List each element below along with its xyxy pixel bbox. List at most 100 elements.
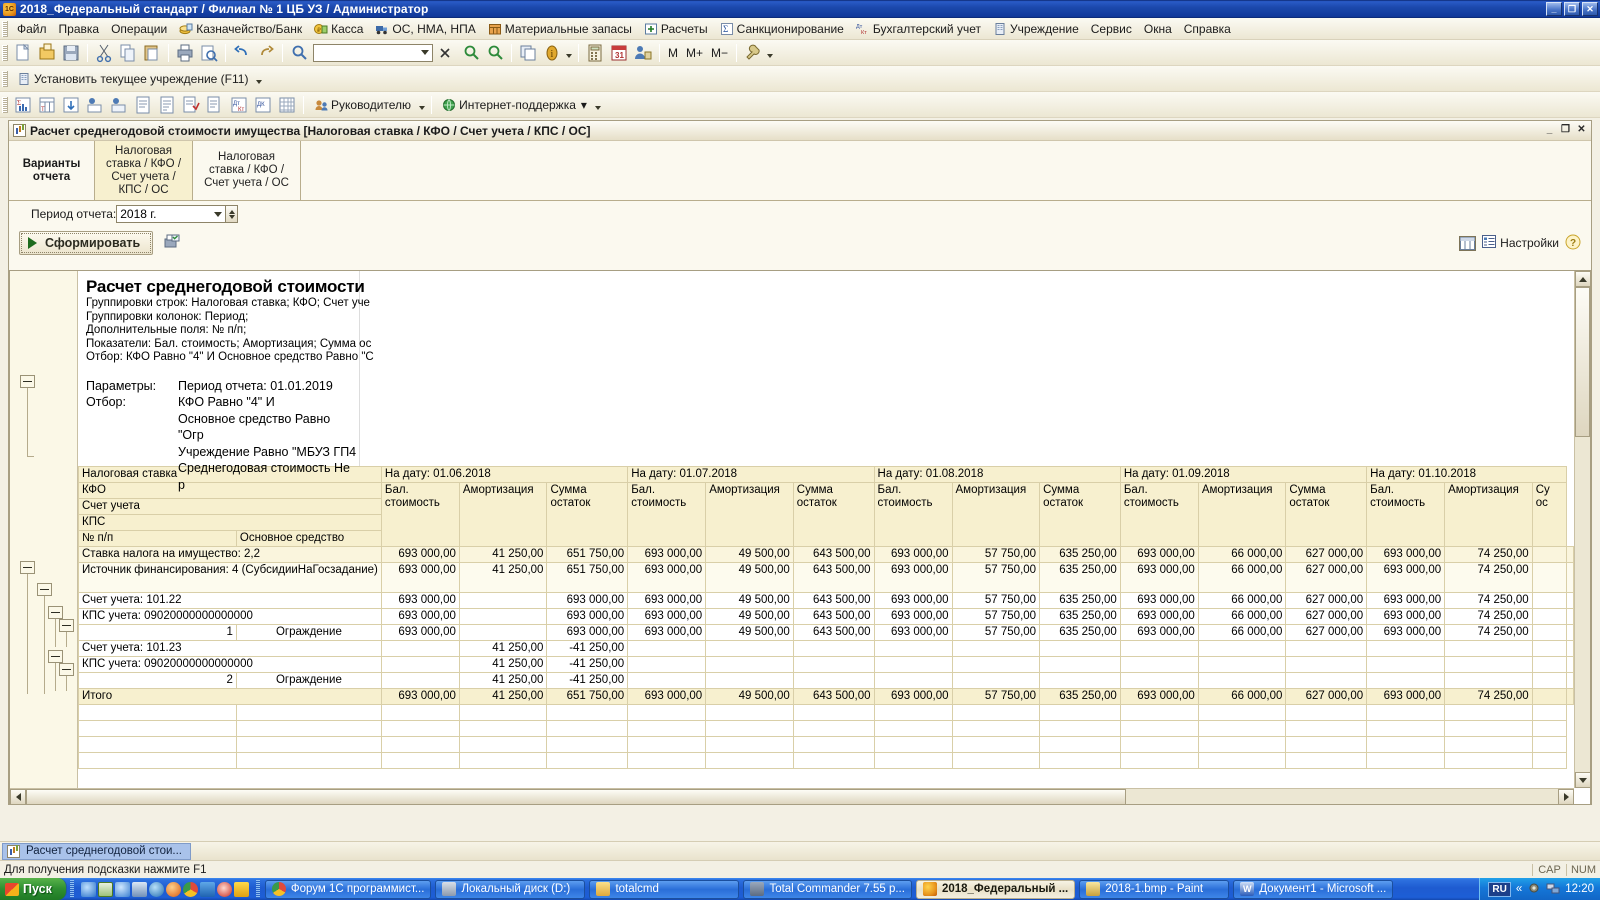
group-collapse-toggle[interactable] — [37, 583, 52, 596]
table-row[interactable]: КПС учета: 09020000000000000 693 000,00 69… — [78, 608, 1574, 625]
group-collapse-toggle[interactable] — [20, 375, 35, 388]
wrench-icon[interactable] — [742, 42, 764, 64]
report-card-icon[interactable] — [60, 94, 82, 116]
menu-item-fixed-assets[interactable]: ОС, НМА, НПА — [369, 20, 481, 38]
table-row[interactable]: Счет учета: 101.22 693 000,00 693 000,00 69… — [78, 592, 1574, 609]
report-turnover-icon[interactable]: T — [36, 94, 58, 116]
gear-icon[interactable] — [1527, 881, 1541, 898]
user-settings-icon[interactable] — [632, 42, 654, 64]
group-collapse-toggle[interactable] — [48, 606, 63, 619]
undo-icon[interactable] — [231, 42, 253, 64]
period-input[interactable]: 2018 г. — [116, 205, 227, 223]
open-folder-icon[interactable] — [36, 42, 58, 64]
phone-icon[interactable] — [131, 881, 147, 897]
table-row[interactable]: 1 Ограждение 693 000,00 693 000,00 693 000,0… — [78, 624, 1574, 641]
opera-icon[interactable] — [216, 881, 232, 897]
firefox-icon[interactable] — [165, 881, 181, 897]
clock[interactable]: 12:20 — [1565, 883, 1594, 895]
calculator-icon[interactable] — [584, 42, 606, 64]
menu-item-service[interactable]: Сервис — [1085, 20, 1138, 38]
scroll-up-button[interactable] — [1575, 271, 1590, 287]
report-journal-icon[interactable] — [132, 94, 154, 116]
chevron-down-icon[interactable] — [418, 45, 432, 61]
calendar-icon[interactable]: 31 — [608, 42, 630, 64]
tab-report-variants[interactable]: Варианты отчета — [9, 141, 95, 200]
group-collapse-toggle[interactable] — [59, 619, 74, 632]
scroll-thumb-vertical[interactable] — [1575, 287, 1590, 437]
group-collapse-toggle[interactable] — [48, 650, 63, 663]
report-horizontal-scrollbar[interactable] — [10, 788, 1574, 804]
search-icon[interactable] — [288, 42, 310, 64]
report-vertical-scrollbar[interactable] — [1574, 271, 1590, 788]
task-button[interactable]: W Документ1 - Microsoft ... — [1233, 879, 1394, 899]
find-next-icon[interactable] — [484, 42, 506, 64]
report-analysis2-icon[interactable] — [108, 94, 130, 116]
menu-item-operations[interactable]: Операции — [105, 20, 173, 38]
clear-search-button[interactable] — [436, 42, 458, 64]
chevron-down-icon[interactable] — [564, 42, 574, 64]
table-row[interactable]: Итого 693 000,00 41 250,00 651 750,00 693 00… — [78, 688, 1574, 705]
scroll-right-button[interactable] — [1558, 789, 1574, 804]
set-current-institution-button[interactable]: Установить текущее учреждение (F11) — [11, 70, 254, 88]
chrome-icon[interactable] — [182, 881, 198, 897]
copy-window-icon[interactable] — [517, 42, 539, 64]
start-button[interactable]: Пуск — [0, 878, 67, 900]
scroll-down-button[interactable] — [1575, 772, 1590, 788]
cut-icon[interactable] — [93, 42, 115, 64]
memory-plus-button[interactable]: M+ — [682, 46, 707, 60]
task-button[interactable]: totalcmd — [589, 879, 740, 899]
task-button[interactable]: Total Commander 7.55 p... — [743, 879, 912, 899]
grid-view-icon[interactable] — [1459, 235, 1477, 251]
window-minimize-button[interactable]: _ — [1546, 2, 1562, 16]
menu-item-cash[interactable]: ₽ Касса — [308, 20, 369, 38]
report-dtkt2-icon[interactable]: ДК — [252, 94, 274, 116]
ie2-icon[interactable] — [114, 881, 130, 897]
menu-item-help[interactable]: Справка — [1178, 20, 1237, 38]
scroll-left-button[interactable] — [10, 789, 26, 804]
tasks-grip[interactable] — [255, 880, 260, 898]
table-row[interactable]: 2 Ограждение 41 250,00 -41 250,00 — [78, 672, 1574, 689]
generate-report-button[interactable]: Сформировать — [19, 231, 154, 255]
table-row[interactable]: Ставка налога на имущество: 2,2 693 000,0… — [78, 546, 1574, 563]
report-dtkt-icon[interactable]: Дт Кт — [228, 94, 250, 116]
tab-variant-rate-kfo-account-os[interactable]: Налоговая ставка / КФО / Счет учета / ОС — [193, 141, 301, 200]
task-button[interactable]: Локальный диск (D:) — [435, 879, 586, 899]
memory-button[interactable]: M — [664, 46, 682, 60]
refresh-find-icon[interactable] — [460, 42, 482, 64]
period-stepper[interactable] — [226, 205, 239, 223]
redo-icon[interactable] — [255, 42, 277, 64]
menu-item-windows[interactable]: Окна — [1138, 20, 1178, 38]
menu-item-authorization[interactable]: Σ Санкционирование — [714, 20, 850, 38]
report-sigma-icon[interactable]: Σ — [12, 94, 34, 116]
menu-item-edit[interactable]: Правка — [53, 20, 106, 38]
scroll-thumb-horizontal[interactable] — [26, 789, 1126, 804]
report-subconto2-icon[interactable] — [204, 94, 226, 116]
manager-reports-button[interactable]: Руководителю — [308, 96, 417, 114]
chevron-down-icon[interactable] — [211, 211, 225, 217]
ie-icon[interactable] — [80, 881, 96, 897]
task-button[interactable]: 2018-1.bmp - Paint — [1079, 879, 1230, 899]
print-settings-icon[interactable] — [161, 232, 183, 254]
network-icon[interactable] — [1546, 881, 1560, 898]
chevron-down-icon[interactable] — [417, 94, 427, 116]
window-maximize-button[interactable]: ❐ — [1564, 2, 1580, 16]
save-icon[interactable] — [60, 42, 82, 64]
report-subconto-icon[interactable] — [180, 94, 202, 116]
report-journal2-icon[interactable] — [156, 94, 178, 116]
window-close-button[interactable]: ✕ — [1582, 2, 1598, 16]
chevron-down-icon[interactable] — [593, 94, 603, 116]
quicklaunch-grip[interactable] — [69, 880, 74, 898]
task-button-active[interactable]: 2018_Федеральный ... — [915, 879, 1076, 899]
group-collapse-toggle[interactable] — [59, 663, 74, 676]
chevron-down-icon[interactable] — [765, 42, 775, 64]
report-chess-icon[interactable] — [276, 94, 298, 116]
language-indicator[interactable]: RU — [1488, 881, 1511, 897]
group-collapse-toggle[interactable] — [20, 561, 35, 574]
report-analysis-icon[interactable] — [84, 94, 106, 116]
copy-icon[interactable] — [117, 42, 139, 64]
menu-item-treasury-bank[interactable]: Казначейство/Банк — [173, 20, 308, 38]
report-restore-button[interactable]: ❐ — [1558, 124, 1573, 138]
memory-minus-button[interactable]: M− — [707, 46, 732, 60]
table-row[interactable]: КПС учета: 09020000000000000 41 250,00 -41… — [78, 656, 1574, 673]
report-close-button[interactable]: ✕ — [1574, 124, 1589, 138]
